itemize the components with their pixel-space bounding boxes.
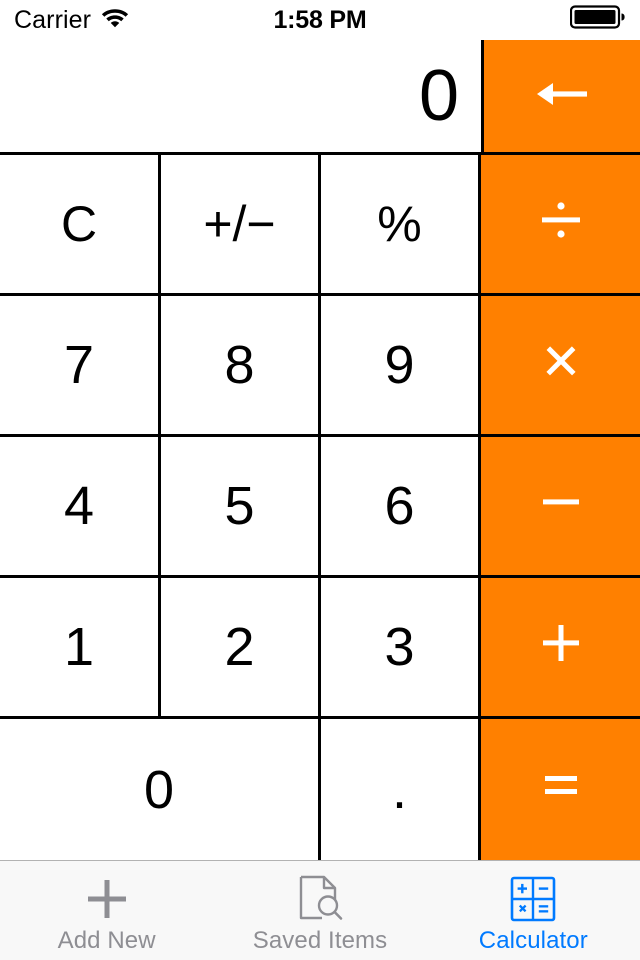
minus-icon	[534, 475, 588, 538]
key-label: .	[391, 759, 407, 820]
status-bar: Carrier 1:58 PM	[0, 0, 640, 40]
key-sign[interactable]: +/−	[161, 155, 321, 296]
key-percent[interactable]: %	[321, 155, 481, 296]
key-7[interactable]: 7	[0, 296, 161, 437]
calculator-display-row: 0	[0, 40, 640, 155]
key-6[interactable]: 6	[321, 437, 481, 578]
key-label: 6	[384, 476, 415, 536]
key-label: 8	[224, 335, 255, 395]
battery-full-icon	[569, 4, 626, 37]
tab-add-new[interactable]: Add New	[0, 861, 213, 960]
divide-icon	[534, 193, 588, 256]
key-1[interactable]: 1	[0, 578, 161, 719]
status-bar-left: Carrier	[14, 6, 273, 35]
key-label: 9	[384, 335, 415, 395]
key-label: 2	[224, 617, 255, 677]
key-add[interactable]: +	[481, 578, 640, 719]
multiply-icon	[534, 334, 588, 397]
key-label: 5	[224, 476, 255, 536]
backspace-arrow-icon	[531, 77, 593, 116]
key-label: 1	[63, 617, 95, 677]
tab-bar: Add New Saved Items Calculator	[0, 860, 640, 960]
key-2[interactable]: 2	[161, 578, 321, 719]
key-divide[interactable]: ÷	[481, 155, 640, 296]
equals-icon	[534, 758, 588, 821]
status-bar-right	[367, 4, 626, 37]
display-value: 0	[418, 56, 459, 136]
tab-calculator[interactable]: Calculator	[427, 861, 640, 960]
clock-label: 1:58 PM	[273, 5, 367, 34]
key-label: 0	[143, 759, 175, 820]
key-label: +/−	[203, 196, 276, 252]
key-0[interactable]: 0	[0, 719, 321, 860]
key-label: 4	[63, 476, 95, 536]
key-4[interactable]: 4	[0, 437, 161, 578]
plus-icon	[534, 616, 588, 679]
backspace-button[interactable]	[481, 40, 640, 152]
key-multiply[interactable]: ×	[481, 296, 640, 437]
tab-label: Add New	[57, 926, 156, 954]
calculator-grid-icon	[509, 875, 557, 923]
key-clear[interactable]: C	[0, 155, 161, 296]
key-label: C	[60, 196, 98, 252]
key-5[interactable]: 5	[161, 437, 321, 578]
calculator-keypad: C +/− % ÷ 7 8 9 ×	[0, 155, 640, 860]
key-8[interactable]: 8	[161, 296, 321, 437]
calculator-app-screen: Carrier 1:58 PM 0 C +/− % 7 8 9 4 5 6 1 …	[0, 0, 640, 960]
key-9[interactable]: 9	[321, 296, 481, 437]
carrier-label: Carrier	[14, 5, 92, 34]
key-3[interactable]: 3	[321, 578, 481, 719]
wifi-icon	[101, 6, 129, 35]
key-label: 7	[63, 335, 95, 395]
key-label: %	[377, 196, 422, 252]
tab-saved-items[interactable]: Saved Items	[213, 861, 426, 960]
key-decimal[interactable]: .	[321, 719, 481, 860]
document-search-icon	[296, 875, 344, 923]
key-subtract[interactable]: −	[481, 437, 640, 578]
tab-label: Saved Items	[252, 926, 388, 954]
key-label: 3	[384, 617, 415, 677]
plus-icon	[84, 875, 130, 923]
key-equals[interactable]: =	[481, 719, 640, 860]
tab-label: Calculator	[478, 926, 588, 954]
